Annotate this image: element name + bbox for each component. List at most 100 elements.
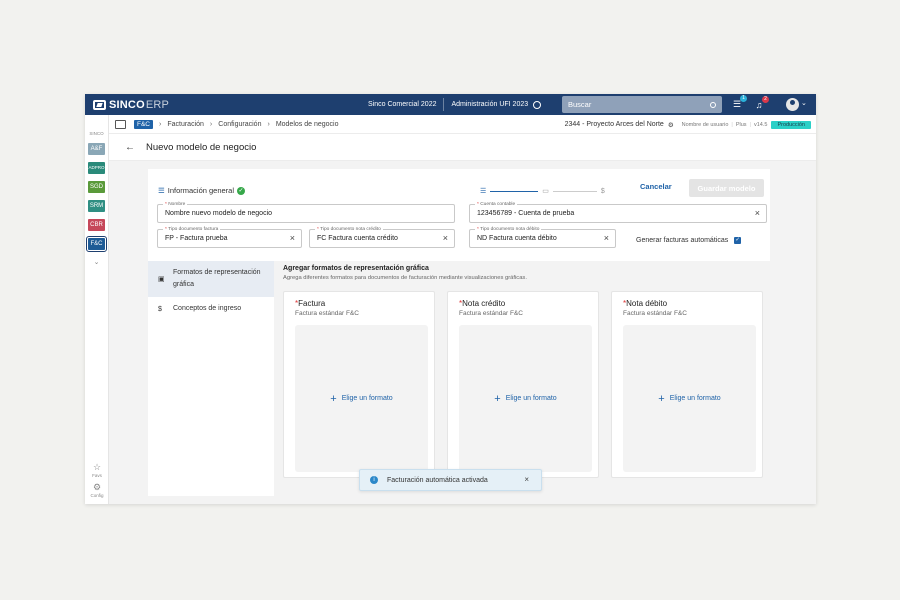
toast-message: Facturación automática activada	[387, 476, 488, 484]
avatar[interactable]	[786, 98, 799, 111]
list-check-icon: ☰	[158, 186, 165, 195]
debit-type-label: * Tipo documento nota débito	[475, 227, 542, 232]
choose-format-button[interactable]: + Elige un formato	[623, 325, 756, 472]
clear-icon[interactable]: ×	[290, 233, 295, 243]
auto-invoice-option[interactable]: Generar facturas automáticas ✓	[636, 237, 742, 244]
format-card-factura: *Factura Factura estándar F&C + Elige un …	[283, 291, 435, 478]
format-card-credito: *Nota crédito Factura estándar F&C + Elig…	[447, 291, 599, 478]
format-card-subtitle: Factura estándar F&C	[295, 310, 359, 317]
save-button[interactable]: Guardar modelo	[689, 179, 764, 197]
chevron-down-icon[interactable]: ⌄	[85, 258, 108, 266]
image-icon[interactable]	[115, 119, 126, 129]
format-card-title: *Nota crédito	[459, 299, 506, 308]
tasks-icon[interactable]: ☰ 1	[731, 95, 747, 110]
cancel-button[interactable]: Cancelar	[640, 182, 672, 191]
auto-invoice-label: Generar facturas automáticas	[636, 237, 729, 244]
section-nav: ▣ Formatos de representación gráfica $ C…	[148, 261, 274, 496]
company-selector[interactable]: Sinco Comercial 2022	[368, 101, 436, 108]
formats-pane: Agregar formatos de representación gráfi…	[274, 261, 770, 496]
module-adpro[interactable]: ADPRO	[88, 162, 105, 174]
chevron-right-icon: ›	[267, 120, 270, 128]
credit-type-value: FC Factura cuenta crédito	[317, 235, 398, 242]
choose-format-button[interactable]: + Elige un formato	[459, 325, 592, 472]
top-context: Sinco Comercial 2022 Administración UFI …	[368, 94, 542, 115]
module-sgd[interactable]: SGD	[88, 181, 105, 193]
step-list-icon[interactable]: ☰	[480, 187, 486, 195]
auto-invoice-checkbox[interactable]: ✓	[734, 237, 742, 244]
settings-icon[interactable]	[533, 100, 542, 109]
sinco-logo[interactable]: SINCO ERP	[85, 99, 169, 111]
step-progress-line	[490, 190, 539, 192]
module-af[interactable]: A&F	[88, 143, 105, 155]
image-icon: ▣	[158, 276, 165, 283]
nav-item-concepts[interactable]: $ Conceptos de ingreso	[148, 297, 274, 321]
account-value: 123456789 - Cuenta de prueba	[477, 210, 575, 217]
account-label: * Cuenta contable	[475, 202, 518, 207]
top-icons: ☰ 1 ♫ 2	[731, 94, 769, 115]
chevron-right-icon: ›	[159, 120, 162, 128]
plus-icon: +	[330, 392, 337, 405]
module-cbr[interactable]: CBR	[88, 219, 105, 231]
module-srm[interactable]: SRM	[88, 200, 105, 212]
nav-item-formats-label: Formatos de representación gráfica	[173, 269, 261, 288]
breadcrumb-facturacion[interactable]: Facturación	[167, 121, 204, 128]
tasks-badge: 1	[740, 95, 747, 102]
breadcrumb: F&C › Facturación › Configuración › Mode…	[109, 115, 816, 134]
top-bar: SINCO ERP Sinco Comercial 2022 Administra…	[85, 94, 816, 115]
plus-icon: +	[658, 392, 665, 405]
credit-type-field[interactable]: * Tipo documento nota crédito FC Factura…	[309, 227, 455, 248]
form-card: ☰ Información general ✓ ☰ ▭ $ Cancelar G…	[148, 169, 770, 496]
logo-icon	[93, 99, 106, 110]
check-icon: ✓	[237, 186, 246, 195]
step-money-icon[interactable]: $	[601, 188, 605, 195]
notifications-badge: 2	[762, 95, 769, 103]
favs-label: Favs	[92, 473, 102, 478]
formats-subtitle: Agrega diferentes formatos para document…	[283, 275, 527, 281]
clear-icon[interactable]: ×	[755, 208, 760, 218]
page-title: Nuevo modelo de negocio	[146, 141, 257, 153]
config-label: Config	[90, 493, 104, 498]
module-fc[interactable]: F&C	[86, 236, 107, 252]
settings-icon[interactable]: ⚙	[668, 121, 674, 129]
breadcrumb-modelos[interactable]: Modelos de negocio	[276, 121, 339, 128]
user-name: Nombre de usuario	[681, 121, 729, 128]
close-icon[interactable]: ×	[524, 475, 529, 484]
divider: |	[749, 121, 751, 128]
admin-selector[interactable]: Administración UFI 2023	[451, 101, 528, 108]
chevron-down-icon[interactable]: ⌄	[801, 99, 807, 107]
bell-icon[interactable]: ♫ 2	[753, 95, 769, 110]
step-image-icon[interactable]: ▭	[542, 187, 549, 195]
clear-icon[interactable]: ×	[443, 233, 448, 243]
choose-format-button[interactable]: + Elige un formato	[295, 325, 428, 472]
nav-item-concepts-label: Conceptos de ingreso	[173, 305, 242, 312]
sidebar-bottom: ☆ Favs ⚙ Config	[85, 462, 109, 498]
plus-icon: +	[494, 392, 501, 405]
debit-type-value: ND Factura cuenta débito	[477, 235, 557, 242]
formats-title: Agregar formatos de representación gráfi…	[283, 265, 429, 272]
environment-badge: Producción	[771, 120, 811, 129]
step-pending-line	[552, 190, 597, 192]
credit-type-label: * Tipo documento nota crédito	[315, 227, 383, 232]
account-field[interactable]: * Cuenta contable 123456789 - Cuenta de …	[469, 202, 767, 223]
nav-item-formats[interactable]: ▣ Formatos de representación gráfica	[148, 261, 274, 297]
lower-section: ▣ Formatos de representación gráfica $ C…	[148, 261, 770, 496]
search-box[interactable]	[562, 96, 722, 113]
search-icon[interactable]	[710, 101, 716, 108]
logo-text: SINCO	[109, 98, 145, 111]
format-card-title: *Nota débito	[623, 299, 668, 308]
star-icon[interactable]: ☆	[85, 462, 109, 473]
debit-type-field[interactable]: * Tipo documento nota débito ND Factura …	[469, 227, 616, 248]
back-arrow-icon[interactable]: ←	[125, 142, 135, 153]
search-input[interactable]	[568, 100, 710, 109]
app-window: SINCO ERP Sinco Comercial 2022 Administra…	[85, 94, 816, 504]
gear-icon[interactable]: ⚙	[85, 482, 109, 493]
invoice-type-field[interactable]: * Tipo documento factura FP - Factura pr…	[157, 227, 302, 248]
format-card-debito: *Nota débito Factura estándar F&C + Elige…	[611, 291, 763, 478]
module-tag[interactable]: F&C	[134, 119, 153, 129]
divider	[443, 98, 445, 111]
name-field[interactable]: * Nombre Nombre nuevo modelo de negocio	[157, 202, 455, 223]
stepper: ☰ ▭ $	[480, 187, 605, 196]
clear-icon[interactable]: ×	[604, 233, 609, 243]
breadcrumb-configuracion[interactable]: Configuración	[218, 121, 261, 128]
project-selector[interactable]: 2344 - Proyecto Arces del Norte	[565, 121, 664, 128]
